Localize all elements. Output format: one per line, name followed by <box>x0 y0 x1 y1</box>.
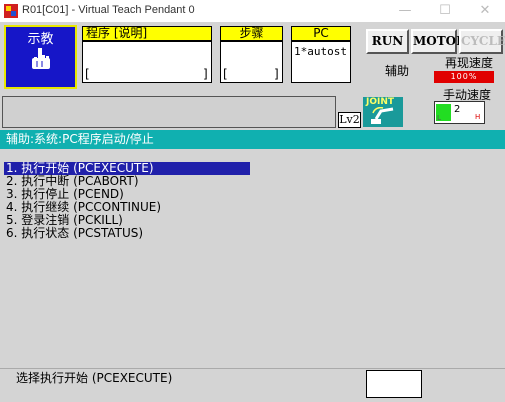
close-button[interactable]: ✕ <box>465 0 505 22</box>
replay-speed-label: 再现速度 <box>444 56 493 70</box>
manual-speed-indicator[interactable]: 2 L H <box>434 101 485 124</box>
breadcrumb: 辅助:系统:PC程序启动/停止 <box>0 130 505 149</box>
motor-button[interactable]: MOTOR <box>411 29 466 54</box>
pc-value: 1*autost <box>294 45 347 58</box>
manual-speed-low: L <box>437 114 441 122</box>
window-title: R01[C01] - Virtual Teach Pendant 0 <box>22 4 195 16</box>
status-display <box>2 96 336 128</box>
title-bar: R01[C01] - Virtual Teach Pendant 0 — ☐ ✕ <box>0 0 505 22</box>
manual-speed-high: H <box>475 113 481 121</box>
hand-icon <box>32 48 50 69</box>
minimize-button[interactable]: — <box>385 0 425 22</box>
aux-button[interactable]: 辅助 <box>366 57 428 85</box>
coordinate-mode-label: JOINT <box>366 97 395 107</box>
pc-field[interactable]: 1*autost <box>291 41 351 83</box>
step-close-bracket: ] <box>274 67 279 81</box>
step-field[interactable]: [ ] <box>220 41 283 83</box>
pc-header: PC <box>291 26 351 41</box>
footer-input-box[interactable] <box>366 370 422 398</box>
step-header: 步骤 <box>220 26 283 41</box>
maximize-button[interactable]: ☐ <box>425 0 465 22</box>
manual-speed-value: 2 <box>454 104 461 115</box>
menu-item-pcstatus[interactable]: 6. 执行状态 (PCSTATUS) <box>4 227 250 240</box>
level-indicator: Lv2 <box>338 112 361 128</box>
robot-arm-icon <box>371 107 394 124</box>
run-button[interactable]: RUN <box>366 29 409 54</box>
footer-message: 选择执行开始 (PCEXECUTE) <box>16 371 173 385</box>
app-icon <box>4 4 18 18</box>
program-open-bracket: [ <box>85 67 90 81</box>
replay-speed-indicator[interactable]: 100% <box>434 71 494 83</box>
step-open-bracket: [ <box>223 67 228 81</box>
program-header: 程序 [说明] <box>82 26 212 41</box>
program-close-bracket: ] <box>203 67 208 81</box>
program-field[interactable]: [ ] <box>82 41 212 83</box>
teach-mode-button[interactable]: 示教 <box>4 25 77 89</box>
teach-mode-label: 示教 <box>27 32 54 47</box>
cycle-button[interactable]: CYCLE <box>459 29 505 54</box>
menu-list: 1. 执行开始 (PCEXECUTE) 2. 执行中断 (PCABORT) 3.… <box>4 162 404 240</box>
coordinate-mode-button[interactable]: JOINT <box>363 97 403 127</box>
